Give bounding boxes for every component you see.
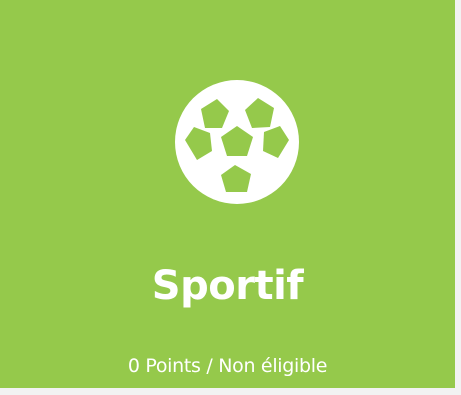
category-card-sportif[interactable]: Sportif 0 Points / Non éligible — [0, 0, 455, 388]
card-title: Sportif — [151, 263, 304, 309]
card-edge-right — [455, 0, 461, 395]
card-edge-bottom — [0, 388, 461, 395]
soccer-ball-icon — [175, 80, 299, 204]
card-status: 0 Points / Non éligible — [127, 355, 328, 377]
